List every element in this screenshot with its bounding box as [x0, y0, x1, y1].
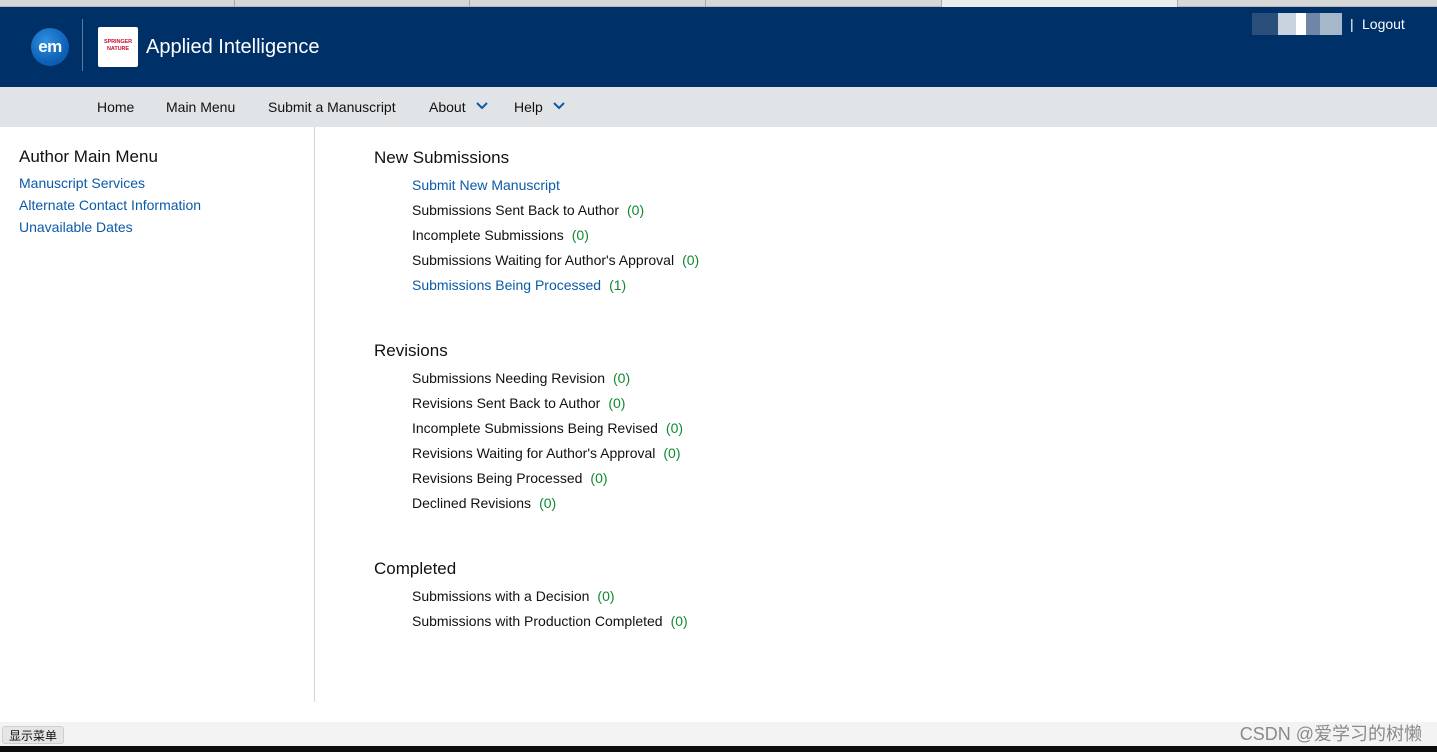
tab-separator	[234, 0, 235, 7]
list-item: Submissions with a Decision (0)	[412, 588, 615, 604]
nav-submit-manuscript[interactable]: Submit a Manuscript	[268, 99, 396, 115]
section-title-new-submissions: New Submissions	[374, 148, 510, 167]
list-item: Revisions Sent Back to Author (0)	[412, 395, 625, 411]
tab-separator	[941, 0, 942, 7]
list-item: Incomplete Submissions Being Revised (0)	[412, 420, 683, 436]
list-item: Revisions Being Processed (0)	[412, 470, 608, 486]
item-label: Submissions Sent Back to Author	[412, 202, 619, 218]
watermark-text: CSDN @爱学习的树懒	[1239, 724, 1422, 744]
item-label: Submissions with Production Completed	[412, 613, 663, 629]
item-count: (0)	[663, 445, 681, 461]
item-label: Submissions with a Decision	[412, 588, 590, 604]
logout-separator: |	[1350, 16, 1354, 32]
item-label: Revisions Sent Back to Author	[412, 395, 601, 411]
publisher-logo: SPRINGER NATURE	[98, 27, 138, 67]
item-count: (1)	[609, 277, 627, 293]
item-count: (0)	[670, 613, 688, 629]
browser-tab-active[interactable]	[941, 0, 1177, 7]
chevron-down-icon[interactable]	[475, 101, 489, 111]
header-divider	[82, 19, 83, 71]
list-item: Declined Revisions (0)	[412, 495, 556, 511]
list-item: Submissions with Production Completed (0)	[412, 613, 688, 629]
item-label: Revisions Being Processed	[412, 470, 583, 486]
tab-separator	[705, 0, 706, 7]
item-count: (0)	[571, 227, 589, 243]
browser-tab-strip	[0, 0, 1437, 7]
bottom-edge	[0, 746, 1437, 752]
item-label: Submissions Waiting for Author's Approva…	[412, 252, 675, 268]
journal-title: Applied Intelligence	[146, 36, 320, 58]
item-count: (0)	[665, 420, 684, 436]
redacted-username	[1252, 13, 1342, 35]
sidebar-link-manuscript-services[interactable]: Manuscript Services	[19, 175, 145, 191]
publisher-logo-line2: NATURE	[107, 46, 129, 52]
sidebar-link-unavailable-dates[interactable]: Unavailable Dates	[19, 219, 133, 235]
item-count: (0)	[627, 202, 645, 218]
em-logo[interactable]: em	[31, 28, 69, 66]
nav-home[interactable]: Home	[97, 99, 134, 115]
nav-help[interactable]: Help	[514, 99, 543, 115]
chevron-down-icon[interactable]	[552, 101, 566, 111]
item-label: Revisions Waiting for Author's Approval	[412, 445, 656, 461]
item-label: Incomplete Submissions Being Revised	[412, 420, 658, 436]
list-item: Submissions Being Processed (1)	[412, 277, 626, 293]
main-navigation: Home Main Menu Submit a Manuscript About…	[0, 87, 1437, 127]
item-label: Declined Revisions	[412, 495, 532, 511]
item-label: Submissions Needing Revision	[412, 370, 605, 386]
logout-link[interactable]: Logout	[1362, 16, 1405, 32]
sidebar-link-alternate-contact[interactable]: Alternate Contact Information	[19, 197, 201, 213]
item-count: (0)	[597, 588, 615, 604]
list-item: Submissions Waiting for Author's Approva…	[412, 252, 699, 268]
site-header: em SPRINGER NATURE Applied Intelligence …	[0, 7, 1437, 87]
publisher-logo-line1: SPRINGER	[104, 39, 132, 45]
item-label: Incomplete Submissions	[412, 227, 564, 243]
item-count: (0)	[682, 252, 700, 268]
list-item: Submissions Sent Back to Author (0)	[412, 202, 644, 218]
submissions-being-processed-link[interactable]: Submissions Being Processed	[412, 277, 601, 293]
item-count: (0)	[608, 395, 626, 411]
nav-main-menu[interactable]: Main Menu	[166, 99, 235, 115]
section-title-revisions: Revisions	[374, 341, 448, 360]
nav-about[interactable]: About	[429, 99, 466, 115]
item-count: (0)	[590, 470, 608, 486]
list-item: Submit New Manuscript	[412, 177, 560, 193]
item-count: (0)	[539, 495, 557, 511]
tab-separator	[469, 0, 470, 7]
sidebar-title: Author Main Menu	[19, 147, 158, 166]
list-item: Submissions Needing Revision (0)	[412, 370, 630, 386]
author-sidebar: Author Main Menu Manuscript Services Alt…	[0, 127, 315, 702]
tab-separator	[1177, 0, 1178, 7]
submit-new-manuscript-link[interactable]: Submit New Manuscript	[412, 177, 560, 193]
status-bar-text: 显示菜单	[2, 726, 65, 744]
status-bar	[0, 722, 1437, 746]
section-title-completed: Completed	[374, 559, 457, 578]
list-item: Incomplete Submissions (0)	[412, 227, 589, 243]
list-item: Revisions Waiting for Author's Approval (…	[412, 445, 681, 461]
item-count: (0)	[613, 370, 631, 386]
